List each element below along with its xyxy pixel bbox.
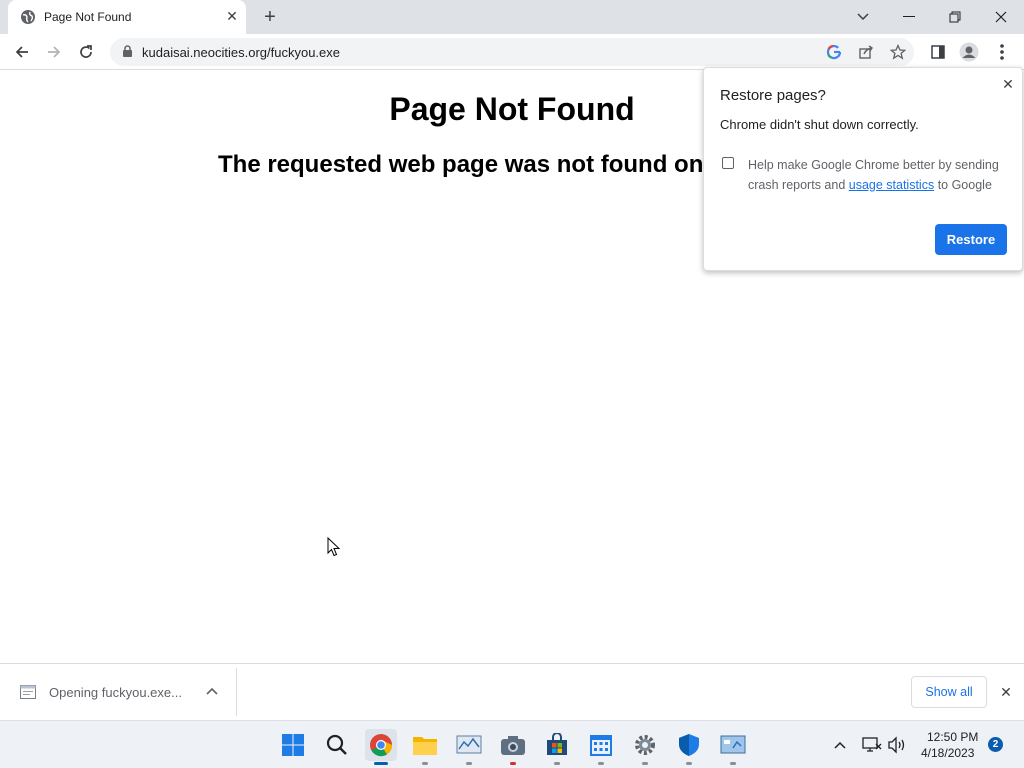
file-explorer-icon[interactable] (409, 729, 441, 765)
share-icon[interactable] (858, 44, 874, 60)
search-icon[interactable] (321, 729, 353, 761)
globe-icon (21, 10, 35, 24)
close-download-bar-icon[interactable]: ✕ (998, 684, 1014, 700)
restore-button[interactable]: Restore (935, 224, 1007, 255)
clock-date[interactable]: 4/18/2023 (921, 746, 974, 760)
show-all-button[interactable]: Show all (911, 676, 987, 708)
windows-taskbar (0, 720, 1024, 768)
clock-time[interactable]: 12:50 PM (927, 730, 978, 744)
chevron-up-icon[interactable] (204, 683, 220, 699)
address-bar[interactable]: kudaisai.neocities.org/fuckyou.exe (110, 38, 914, 66)
url-text[interactable]: kudaisai.neocities.org/fuckyou.exe (142, 45, 340, 60)
tab-search-chevron-icon[interactable] (840, 0, 886, 34)
close-dialog-icon[interactable]: ✕ (1000, 76, 1016, 92)
crash-reports-checkbox[interactable] (722, 157, 734, 169)
chrome-icon[interactable] (365, 729, 397, 765)
usage-statistics-link[interactable]: usage statistics (849, 178, 934, 192)
browser-toolbar: kudaisai.neocities.org/fuckyou.exe (0, 34, 1024, 70)
restore-window-icon[interactable] (932, 0, 978, 34)
close-window-icon[interactable] (978, 0, 1024, 34)
lock-icon[interactable] (122, 45, 133, 58)
show-hidden-icons-chevron-icon[interactable] (826, 729, 854, 761)
crash-reports-label: Help make Google Chrome better by sendin… (748, 155, 1004, 195)
page-message: The requested web page was not found on (218, 151, 704, 178)
settings-icon[interactable] (629, 729, 661, 765)
tab-page-not-found[interactable]: Page Not Found ✕ (8, 0, 246, 34)
forward-arrow-icon[interactable] (42, 40, 66, 64)
download-bar: Opening fuckyou.exe... Show all ✕ (0, 663, 1024, 720)
download-divider (236, 668, 237, 716)
download-item-text[interactable]: Opening fuckyou.exe... (49, 685, 182, 700)
performance-monitor-icon[interactable] (453, 729, 485, 765)
new-tab-plus-icon[interactable]: + (260, 7, 280, 27)
profile-avatar-icon[interactable] (957, 40, 981, 64)
defender-icon[interactable] (673, 729, 705, 765)
restore-dialog-title: Restore pages? (720, 87, 826, 104)
store-icon[interactable] (541, 729, 573, 765)
side-panel-icon[interactable] (926, 40, 950, 64)
tab-title: Page Not Found (44, 10, 132, 24)
mouse-pointer-icon (327, 537, 341, 557)
network-icon[interactable] (858, 729, 886, 761)
back-arrow-icon[interactable] (10, 40, 34, 64)
minimize-icon[interactable] (886, 0, 932, 34)
restore-dialog-message: Chrome didn't shut down correctly. (720, 117, 919, 132)
file-icon (20, 685, 36, 699)
notification-badge[interactable]: 2 (988, 737, 1003, 752)
calendar-icon[interactable] (585, 729, 617, 765)
volume-icon[interactable] (883, 729, 911, 761)
tab-strip: Page Not Found ✕ + (0, 0, 1024, 34)
chrome-menu-icon[interactable] (990, 40, 1014, 64)
restore-pages-dialog: Restore pages? ✕ Chrome didn't shut down… (703, 67, 1023, 271)
reload-icon[interactable] (74, 40, 98, 64)
start-icon[interactable] (277, 729, 309, 761)
crash-reports-text-end: to Google (934, 178, 992, 192)
camera-icon[interactable] (497, 729, 529, 765)
tab-close-icon[interactable]: ✕ (224, 8, 240, 24)
google-lens-icon[interactable] (826, 44, 842, 60)
bookmark-star-icon[interactable] (890, 44, 906, 60)
control-panel-icon[interactable] (717, 729, 749, 765)
